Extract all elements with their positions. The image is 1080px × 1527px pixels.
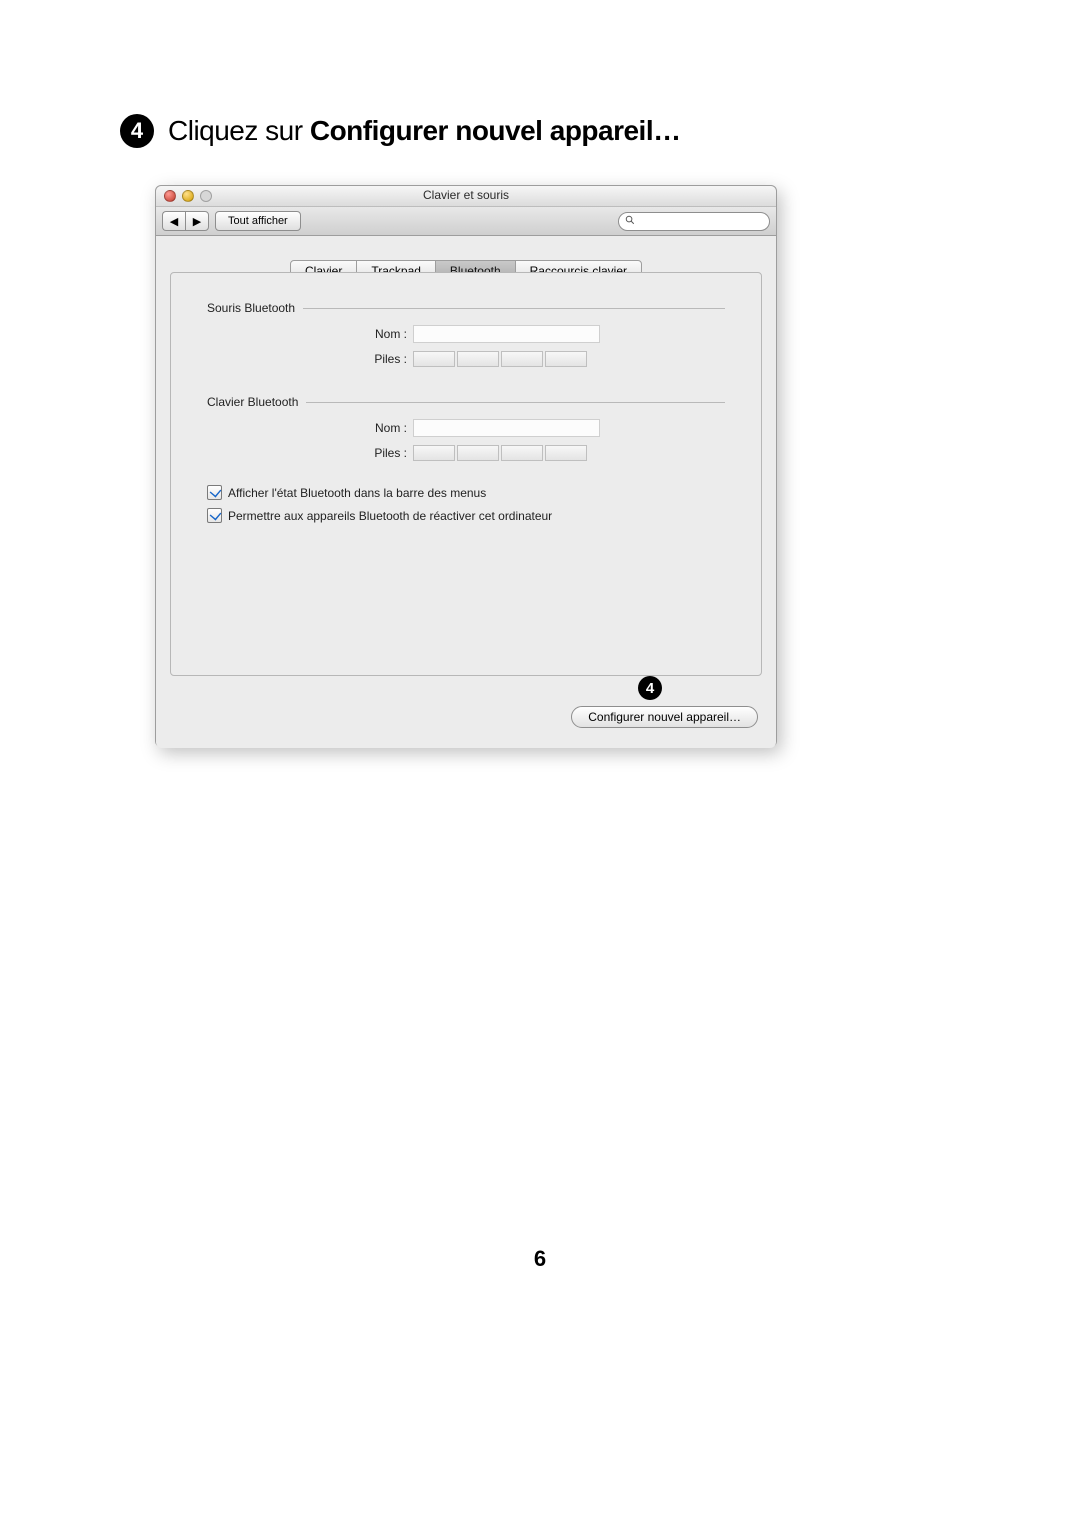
nav-segment: ◀ ▶	[162, 211, 209, 231]
callout-badge: 4	[638, 676, 662, 700]
keyboard-battery-label: Piles :	[207, 446, 413, 460]
prefs-window: Clavier et souris ◀ ▶ Tout afficher Clav…	[155, 185, 777, 747]
toolbar: ◀ ▶ Tout afficher	[156, 207, 776, 236]
keyboard-name-label: Nom :	[207, 421, 413, 435]
page-number: 6	[0, 1246, 1080, 1272]
mouse-name-value	[413, 325, 600, 343]
keyboard-section-header: Clavier Bluetooth	[207, 395, 725, 409]
search-icon	[625, 212, 635, 230]
forward-button[interactable]: ▶	[185, 211, 209, 231]
window-title: Clavier et souris	[156, 188, 776, 202]
keyboard-battery-row: Piles :	[207, 445, 725, 461]
divider	[303, 308, 725, 309]
mouse-section-label: Souris Bluetooth	[207, 301, 295, 315]
mouse-section-header: Souris Bluetooth	[207, 301, 725, 315]
content-area: Clavier Trackpad Bluetooth Raccourcis cl…	[156, 236, 776, 748]
show-all-button[interactable]: Tout afficher	[215, 211, 301, 231]
configure-new-device-button[interactable]: Configurer nouvel appareil…	[571, 706, 758, 728]
search-input[interactable]	[618, 212, 770, 231]
instruction-prefix: Cliquez sur	[168, 115, 310, 146]
back-button[interactable]: ◀	[162, 211, 185, 231]
checkbox-icon	[207, 485, 222, 500]
instruction-bold: Configurer nouvel appareil…	[310, 115, 681, 146]
titlebar: Clavier et souris	[156, 186, 776, 207]
keyboard-name-value	[413, 419, 600, 437]
checkbox-show-status[interactable]: Afficher l'état Bluetooth dans la barre …	[207, 485, 725, 500]
divider	[306, 402, 725, 403]
mouse-name-row: Nom :	[207, 325, 725, 343]
mouse-battery-indicator	[413, 351, 587, 367]
mouse-battery-row: Piles :	[207, 351, 725, 367]
instruction-text: Cliquez sur Configurer nouvel appareil…	[168, 115, 681, 147]
mouse-battery-label: Piles :	[207, 352, 413, 366]
keyboard-battery-indicator	[413, 445, 587, 461]
keyboard-section-label: Clavier Bluetooth	[207, 395, 298, 409]
checkbox-allow-wake[interactable]: Permettre aux appareils Bluetooth de réa…	[207, 508, 725, 523]
keyboard-name-row: Nom :	[207, 419, 725, 437]
instruction-row: 4 Cliquez sur Configurer nouvel appareil…	[120, 114, 681, 148]
bluetooth-panel: Souris Bluetooth Nom : Piles : Clavier B…	[170, 272, 762, 676]
step-number-badge: 4	[120, 114, 154, 148]
mouse-name-label: Nom :	[207, 327, 413, 341]
checkbox-allow-wake-label: Permettre aux appareils Bluetooth de réa…	[228, 509, 552, 523]
checkbox-show-status-label: Afficher l'état Bluetooth dans la barre …	[228, 486, 486, 500]
checkbox-icon	[207, 508, 222, 523]
